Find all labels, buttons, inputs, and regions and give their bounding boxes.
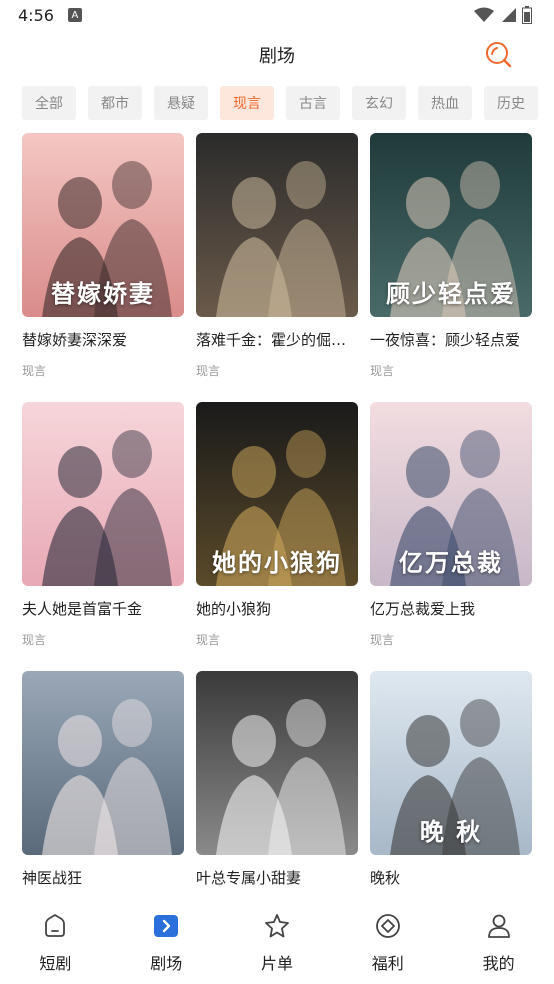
drama-genre: 现言 [22, 364, 47, 378]
drama-poster[interactable] [196, 133, 358, 317]
nav-item[interactable]: 福利 [332, 900, 443, 984]
theater-icon [152, 912, 180, 940]
drama-title[interactable]: 神医战狂 [22, 867, 184, 888]
drama-poster[interactable] [22, 671, 184, 855]
poster-caption: 亿万总裁 [399, 548, 503, 577]
signal-icon [502, 8, 516, 22]
nav-label: 短剧 [39, 954, 72, 973]
drama-title[interactable]: 她的小狼狗 [196, 598, 358, 619]
drama-genre: 现言 [196, 364, 221, 378]
poster-caption: 替嫁娇妻 [51, 279, 155, 308]
drama-card[interactable]: 亿万总裁亿万总裁爱上我现言 [370, 402, 532, 648]
header: 剧场 [0, 36, 554, 76]
drama-title[interactable]: 夫人她是首富千金 [22, 598, 184, 619]
poster-caption: 顾少轻点爱 [386, 279, 516, 308]
battery-icon [522, 6, 532, 24]
drama-genre: 现言 [22, 633, 47, 647]
drama-card[interactable]: 晚 秋晚秋 [370, 671, 532, 888]
bottom-navigation: 短剧 剧场 片单 福利 我的 [0, 900, 554, 984]
category-tab[interactable]: 悬疑 [154, 86, 208, 120]
drama-poster[interactable] [22, 402, 184, 586]
nav-item[interactable]: 短剧 [0, 900, 111, 984]
user-icon [485, 912, 513, 940]
drama-genre: 现言 [370, 633, 395, 647]
drama-title[interactable]: 叶总专属小甜妻 [196, 867, 358, 888]
nav-item[interactable]: 我的 [443, 900, 554, 984]
search-icon [486, 42, 512, 68]
drama-poster[interactable] [196, 671, 358, 855]
drama-genre: 现言 [370, 364, 395, 378]
drama-title[interactable]: 落难千金：霍少的倔强娇妻 [196, 329, 358, 350]
drama-poster[interactable]: 替嫁娇妻 [22, 133, 184, 317]
drama-card[interactable]: 替嫁娇妻替嫁娇妻深深爱现言 [22, 133, 184, 379]
drama-title[interactable]: 晚秋 [370, 867, 532, 888]
drama-card[interactable]: 顾少轻点爱一夜惊喜：顾少轻点爱现言 [370, 133, 532, 379]
gift-icon [374, 912, 402, 940]
drama-card[interactable]: 落难千金：霍少的倔强娇妻现言 [196, 133, 358, 379]
drama-title[interactable]: 一夜惊喜：顾少轻点爱 [370, 329, 532, 350]
category-tab[interactable]: 都市 [88, 86, 142, 120]
drama-card[interactable]: 她的小狼狗 她的小狼狗 现言 [196, 402, 358, 648]
category-tab[interactable]: 全部 [22, 86, 76, 120]
nav-item[interactable]: 片单 [222, 900, 333, 984]
category-tab[interactable]: 古言 [286, 86, 340, 120]
category-tab[interactable]: 玄幻 [352, 86, 406, 120]
drama-title[interactable]: 替嫁娇妻深深爱 [22, 329, 184, 350]
drama-poster[interactable]: 晚 秋 [370, 671, 532, 855]
category-tab[interactable]: 现言 [220, 86, 274, 120]
notification-a-icon: A [67, 8, 82, 22]
status-icons [474, 6, 532, 24]
nav-label: 剧场 [150, 954, 183, 973]
nav-label: 福利 [371, 954, 404, 973]
status-time: 4:56 [18, 5, 54, 25]
drama-card[interactable]: 神医战狂 [22, 671, 184, 888]
category-tab[interactable]: 历史 [484, 86, 538, 120]
drama-genre: 现言 [196, 633, 221, 647]
search-button[interactable] [484, 40, 514, 70]
drama-poster[interactable]: 亿万总裁 [370, 402, 532, 586]
nav-item[interactable]: 剧场 [111, 900, 222, 984]
star-icon [263, 912, 291, 940]
status-bar: 4:56 A [0, 0, 554, 30]
drama-card[interactable]: 叶总专属小甜妻 [196, 671, 358, 888]
poster-caption: 她的小狼狗 [212, 548, 342, 577]
drama-card[interactable]: 夫人她是首富千金现言 [22, 402, 184, 648]
category-tab[interactable]: 热血 [418, 86, 472, 120]
category-tabs: 全部 都市 悬疑 现言 古言 玄幻 热血 历史 [22, 86, 554, 120]
drama-poster[interactable]: 顾少轻点爱 [370, 133, 532, 317]
home-icon [41, 912, 69, 940]
drama-title[interactable]: 亿万总裁爱上我 [370, 598, 532, 619]
nav-label: 片单 [260, 954, 293, 973]
drama-poster[interactable]: 她的小狼狗 [196, 402, 358, 586]
page-title: 剧场 [259, 46, 295, 67]
wifi-icon [474, 7, 494, 22]
poster-caption: 晚 秋 [419, 817, 483, 846]
nav-label: 我的 [482, 954, 515, 973]
